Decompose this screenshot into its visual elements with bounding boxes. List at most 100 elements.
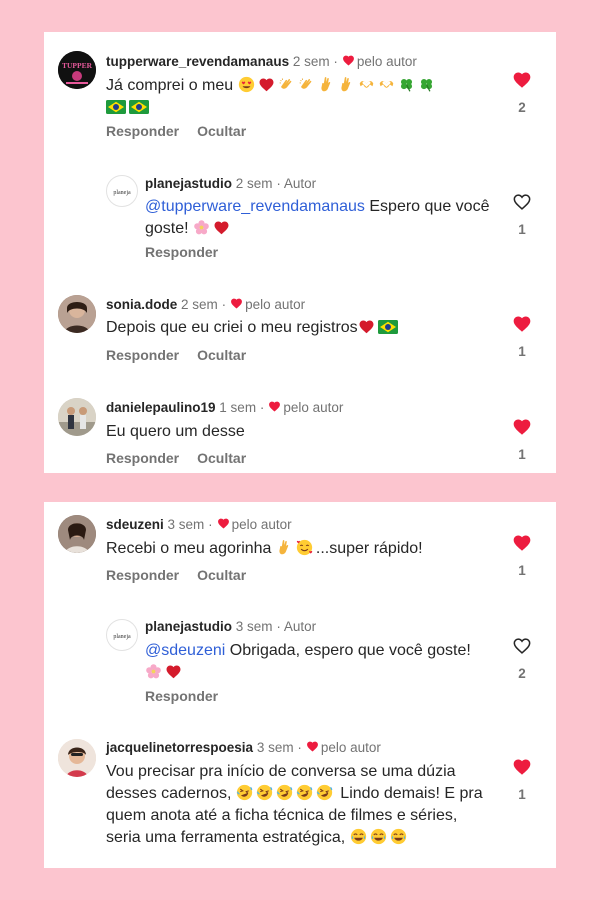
author-badge: Autor [283, 176, 317, 191]
svg-text:planeja: planeja [113, 190, 131, 196]
rolling-laughing-emoji-icon [236, 784, 253, 801]
timestamp: 2 sem [235, 176, 273, 191]
liked-by-author-heart-icon [306, 740, 319, 753]
like-heart-outline-icon[interactable] [512, 636, 532, 656]
heart-hands-emoji-icon [358, 76, 375, 93]
tears-of-joy-emoji-icon [350, 828, 367, 845]
comment-actions: Responder Ocultar [106, 123, 264, 139]
clapping-emoji-icon [278, 76, 295, 93]
comment-text: Depois que eu criei o meu registros [106, 317, 486, 339]
username[interactable]: planejastudio [145, 176, 232, 191]
smiling-face-with-hearts-emoji-icon [296, 539, 313, 556]
comment-actions: Responder Ocultar [106, 347, 264, 363]
reply-button[interactable]: Responder [106, 450, 179, 466]
reply-button[interactable]: Responder [106, 347, 179, 363]
heart-eyes-emoji-icon [238, 76, 255, 93]
comments-card-2: sdeuzeni 3 sem · pelo autor Recebi o meu … [44, 502, 556, 868]
comment-actions: Responder [145, 244, 236, 260]
hide-button[interactable]: Ocultar [197, 123, 246, 139]
rolling-laughing-emoji-icon [296, 784, 313, 801]
crossed-fingers-emoji-icon [318, 76, 335, 93]
rolling-laughing-emoji-icon [276, 784, 293, 801]
separator: · [276, 176, 281, 191]
comment-actions: Responder Ocultar [106, 567, 264, 583]
like-heart-filled-icon[interactable] [512, 533, 532, 553]
avatar[interactable]: planeja [106, 619, 138, 651]
like-heart-filled-icon[interactable] [512, 757, 532, 777]
tears-of-joy-emoji-icon [390, 828, 407, 845]
username[interactable]: sdeuzeni [106, 517, 164, 532]
svg-text:planeja: planeja [113, 634, 131, 640]
username[interactable]: danielepaulino19 [106, 400, 216, 415]
timestamp: 2 sem [292, 54, 330, 69]
reply-button[interactable]: Responder [106, 567, 179, 583]
like-heart-filled-icon[interactable] [512, 417, 532, 437]
clapping-emoji-icon [298, 76, 315, 93]
comment-text: Já comprei o meu [106, 75, 486, 119]
username[interactable]: sonia.dode [106, 297, 177, 312]
avatar[interactable] [58, 739, 96, 777]
username[interactable]: planejastudio [145, 619, 232, 634]
like-heart-outline-icon[interactable] [512, 192, 532, 212]
comment-header: sonia.dode 2 sem · pelo autor [106, 296, 305, 314]
like-control: 2 [509, 636, 535, 681]
reply-button[interactable]: Responder [145, 688, 218, 704]
clover-emoji-icon [418, 76, 435, 93]
comment-text: Vou precisar pra início de conversa se u… [106, 763, 483, 846]
red-heart-emoji-icon [165, 663, 182, 680]
liked-by-author-heart-icon [230, 297, 243, 310]
comment-text: Recebi o meu agorinha ...super rápido! [106, 539, 423, 557]
comment-actions: Responder Ocultar [106, 450, 264, 466]
brazil-flag-emoji-icon [106, 100, 126, 114]
comment-text: @tupperware_revendamanaus Espero que voc… [145, 198, 490, 237]
mention-link[interactable]: @sdeuzeni [145, 642, 225, 659]
hide-button[interactable]: Ocultar [197, 347, 246, 363]
like-control: 2 [509, 70, 535, 115]
planeja-logo-icon: planeja [113, 190, 131, 196]
timestamp: 2 sem [181, 297, 218, 312]
brazil-flag-emoji-icon [378, 320, 398, 334]
avatar[interactable]: TUPPER [58, 51, 96, 89]
like-control: 1 [509, 417, 535, 462]
like-heart-filled-icon[interactable] [512, 314, 532, 334]
comment-header: tupperware_revendamanaus 2 sem · pelo aut… [106, 53, 417, 71]
cherry-blossom-emoji-icon [193, 219, 210, 236]
liked-by-author-label: pelo autor [283, 400, 344, 415]
brazil-flag-emoji-icon [129, 100, 149, 114]
tears-of-joy-emoji-icon [370, 828, 387, 845]
timestamp: 3 sem [256, 740, 294, 755]
hide-button[interactable]: Ocultar [197, 450, 246, 466]
separator: · [276, 619, 281, 634]
rolling-laughing-emoji-icon [256, 784, 273, 801]
hide-button[interactable]: Ocultar [197, 567, 246, 583]
mention-link[interactable]: @tupperware_revendamanaus [145, 198, 365, 215]
username[interactable]: jacquelinetorrespoesia [106, 740, 253, 755]
author-badge: Autor [283, 619, 317, 634]
comment-header: planejastudio 3 sem · Autor [145, 618, 316, 636]
avatar[interactable] [58, 295, 96, 333]
username[interactable]: tupperware_revendamanaus [106, 54, 289, 69]
crossed-fingers-emoji-icon [338, 76, 355, 93]
liked-by-author-label: pelo autor [320, 740, 381, 755]
like-count: 1 [518, 344, 526, 359]
liked-by-author-heart-icon [268, 400, 281, 413]
comment-header: danielepaulino19 1 sem · pelo autor [106, 399, 343, 417]
like-heart-filled-icon[interactable] [512, 70, 532, 90]
separator: · [259, 400, 265, 415]
comment-text: @sdeuzeni Obrigada, espero que você gost… [145, 640, 495, 684]
comments-card-1: TUPPER tupperware_revendamanaus 2 sem · p… [44, 32, 556, 473]
avatar[interactable] [58, 398, 96, 436]
liked-by-author-heart-icon [342, 54, 355, 67]
reply-button[interactable]: Responder [145, 244, 218, 260]
avatar[interactable] [58, 515, 96, 553]
reply-button[interactable]: Responder [106, 123, 179, 139]
red-heart-emoji-icon [213, 219, 230, 236]
separator: · [208, 517, 213, 532]
avatar[interactable]: planeja [106, 175, 138, 207]
timestamp: 3 sem [235, 619, 273, 634]
avatar-logo-icon: TUPPER [58, 51, 96, 89]
red-heart-emoji-icon [358, 318, 375, 335]
separator: · [221, 297, 227, 312]
like-control: 1 [509, 533, 535, 578]
cherry-blossom-emoji-icon [145, 663, 162, 680]
